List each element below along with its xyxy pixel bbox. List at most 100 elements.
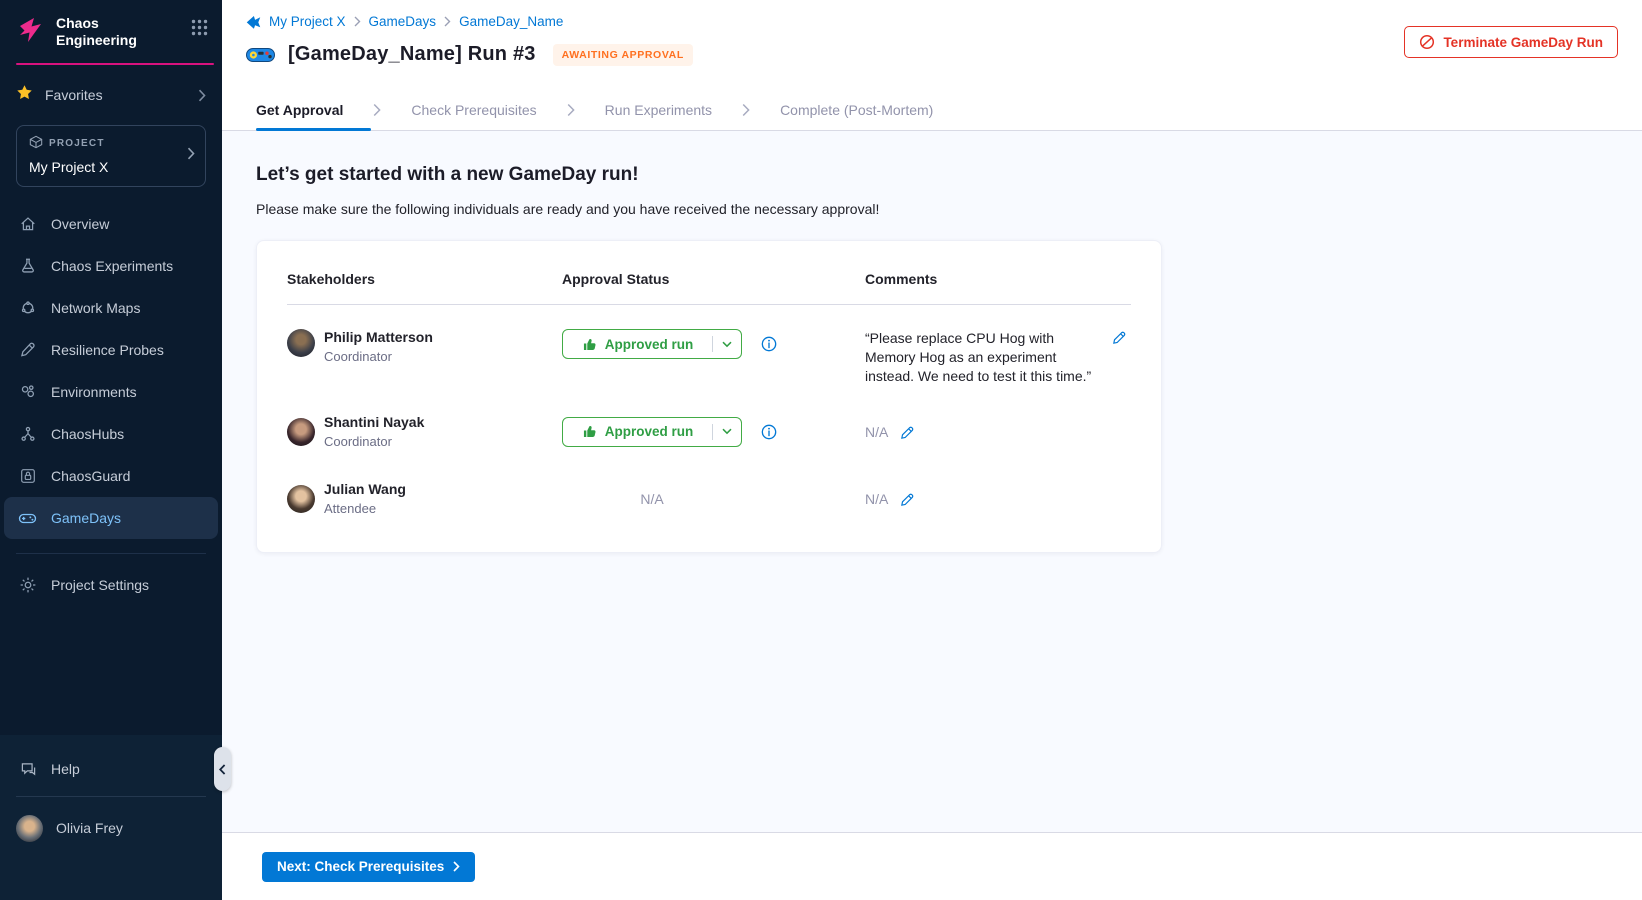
stakeholder-name: Julian Wang [324,481,406,497]
comment-text: “Please replace CPU Hog with Memory Hog … [865,329,1100,386]
info-icon[interactable] [760,335,778,353]
approval-status-dropdown[interactable]: Approved run [562,329,742,359]
table-row: Philip Matterson Coordinator Approved ru… [287,305,1131,414]
step-check-prerequisites[interactable]: Check Prerequisites [411,90,536,130]
comment-text: N/A [865,424,888,440]
content-area: Let’s get started with a new GameDay run… [222,131,1642,832]
thumbs-up-icon [582,337,597,352]
info-icon[interactable] [760,423,778,441]
probe-icon [18,341,37,359]
sidebar-item-chaos-experiments[interactable]: Chaos Experiments [4,245,218,287]
sidebar-divider [16,796,206,797]
sidebar-item-label: Chaos Experiments [51,258,173,274]
app-switcher-icon[interactable] [191,19,208,41]
next-check-prerequisites-button[interactable]: Next: Check Prerequisites [262,852,475,882]
chevron-right-icon [198,89,206,102]
avatar [287,485,315,513]
terminate-gameday-run-button[interactable]: Terminate GameDay Run [1404,26,1618,58]
chevron-right-icon [742,103,750,117]
sidebar-item-label: Resilience Probes [51,342,164,358]
edit-pencil-icon[interactable] [900,492,915,507]
breadcrumb-gamedays-link[interactable]: GameDays [369,14,437,29]
sidebar-item-label: GameDays [51,510,121,526]
hub-icon [18,425,37,443]
sidebar-item-favorites[interactable]: Favorites [0,73,222,117]
approval-status-dropdown[interactable]: Approved run [562,417,742,447]
sidebar-item-project-settings[interactable]: Project Settings [4,564,218,606]
chevron-right-icon [187,147,195,165]
stakeholder-name: Shantini Nayak [324,414,424,430]
thumbs-up-icon [582,424,597,439]
project-name: My Project X [29,159,193,175]
project-selector[interactable]: PROJECT My Project X [16,125,206,187]
page-header: My Project X GameDays GameDay_Name [222,0,1642,90]
content-subheading: Please make sure the following individua… [256,201,1642,217]
gamepad-icon [18,509,37,528]
sidebar-item-chaosguard[interactable]: ChaosGuard [4,455,218,497]
edit-pencil-icon[interactable] [1112,330,1127,345]
user-menu[interactable]: Olivia Frey [0,801,222,855]
footer-bar: Next: Check Prerequisites [222,832,1642,900]
step-run-experiments[interactable]: Run Experiments [605,90,712,130]
chevron-right-icon [373,103,381,117]
sidebar-item-resilience-probes[interactable]: Resilience Probes [4,329,218,371]
lock-icon [18,467,37,485]
brand-title: Chaos Engineering [56,15,191,48]
breadcrumb-gameday-name-link[interactable]: GameDay_Name [459,14,563,29]
approval-status-value: Approved run [605,424,694,439]
gear-icon [18,576,37,594]
star-icon [16,84,33,106]
comment-text: N/A [865,491,888,507]
chevron-right-icon [444,16,451,27]
project-kicker-label: PROJECT [49,138,105,149]
column-header-stakeholders: Stakeholders [287,271,562,304]
gameday-gamepad-icon [246,46,275,64]
sidebar-item-help[interactable]: Help [0,747,222,791]
environments-icon [18,383,37,401]
help-label: Help [51,761,80,777]
column-header-comments: Comments [865,271,1131,304]
harness-logo-icon [246,15,261,29]
sidebar-bottom: Help Olivia Frey [0,735,222,900]
user-avatar [16,815,43,842]
sidebar-item-network-maps[interactable]: Network Maps [4,287,218,329]
stakeholder-role: Attendee [324,501,406,516]
sidebar-item-gamedays[interactable]: GameDays [4,497,218,539]
chevron-down-icon[interactable] [713,428,741,435]
user-name: Olivia Frey [56,820,123,836]
avatar [287,418,315,446]
sidebar-item-overview[interactable]: Overview [4,203,218,245]
chevron-right-icon [354,16,361,27]
sidebar-item-label: ChaosGuard [51,468,130,484]
chevron-down-icon[interactable] [713,341,741,348]
status-badge: AWAITING APPROVAL [553,44,693,66]
cube-icon [29,135,43,152]
stakeholder-role: Coordinator [324,434,424,449]
brand-divider [16,63,214,65]
help-chat-icon [20,761,37,778]
sidebar-item-label: Environments [51,384,137,400]
chaos-engineering-logo-icon [16,15,46,50]
favorites-label: Favorites [45,87,198,103]
table-header-row: Stakeholders Approval Status Comments [287,271,1131,304]
flask-icon [18,257,37,275]
chevron-right-icon [453,861,460,872]
sidebar-item-environments[interactable]: Environments [4,371,218,413]
table-row: Julian Wang Attendee N/A N/A [287,481,1131,522]
stakeholder-role: Coordinator [324,349,433,364]
avatar [287,329,315,357]
main-panel: My Project X GameDays GameDay_Name [222,0,1642,900]
sidebar-item-chaoshubs[interactable]: ChaosHubs [4,413,218,455]
sidebar-divider [16,553,206,554]
sidebar-collapse-handle[interactable] [214,747,231,791]
step-complete-post-mortem[interactable]: Complete (Post-Mortem) [780,90,933,130]
sidebar: Chaos Engineering Favorites [0,0,222,900]
no-entry-icon [1419,34,1435,50]
step-get-approval[interactable]: Get Approval [256,90,343,130]
sidebar-item-label: ChaosHubs [51,426,124,442]
edit-pencil-icon[interactable] [900,425,915,440]
stakeholders-card: Stakeholders Approval Status Comments Ph… [256,240,1162,553]
content-heading: Let’s get started with a new GameDay run… [256,164,1642,186]
sidebar-item-label: Network Maps [51,300,140,316]
breadcrumb-project-link[interactable]: My Project X [269,14,346,29]
